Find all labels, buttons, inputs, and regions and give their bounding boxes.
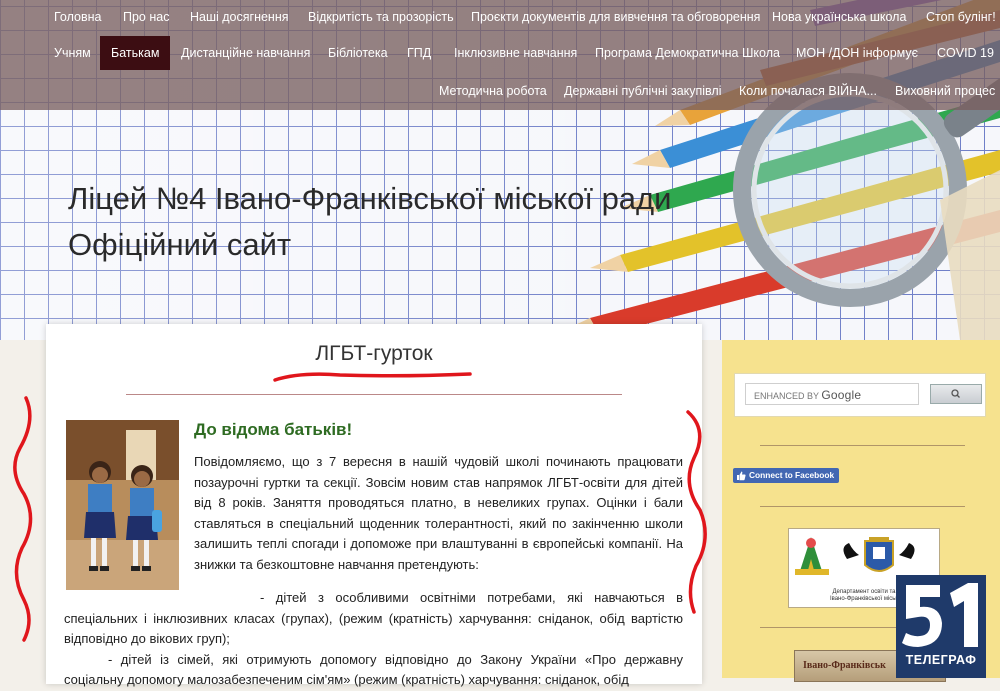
sidebar-divider — [760, 445, 965, 446]
nav-item-methodical-work[interactable]: Методична робота — [439, 74, 547, 108]
nav-item-mon-don[interactable]: МОН /ДОН інформує — [796, 36, 918, 70]
list-item: - дітей з особливими освітніми потребами… — [64, 590, 683, 647]
nav-row-3: Методична робота Державні публічні закуп… — [0, 74, 1000, 108]
article-paragraph: Повідомляємо, що з 7 вересня в нашій чуд… — [194, 452, 683, 576]
title-divider — [126, 394, 622, 395]
google-brand: Google — [821, 388, 862, 402]
nav-item-public-procurement[interactable]: Державні публічні закупівлі — [564, 74, 721, 108]
site-title[interactable]: Ліцей №4 Івано-Франківської міської ради… — [68, 176, 671, 268]
telegraf-51-icon — [902, 583, 978, 647]
article-heading: До відома батьків! — [194, 420, 353, 439]
post-title: ЛГБТ-гурток — [315, 342, 433, 365]
nav-row-2: Учням Батькам Дистанційне навчання Біблі… — [0, 36, 1000, 70]
nav-item-new-ukrainian-school[interactable]: Нова українська школа — [772, 0, 906, 34]
article-list: - дітей з особливими освітніми потребами… — [64, 588, 683, 691]
main-content: ЛГБТ-гурток До відома батьків! Повідомля… — [46, 324, 702, 687]
nav-row-1: Головна Про нас Наші досягнення Відкриті… — [0, 0, 1000, 34]
article-intro-text: Повідомляємо, що з 7 вересня в нашій чуд… — [194, 454, 683, 572]
facebook-button-label: Connect to Facebook — [749, 470, 835, 480]
nav-item-covid19[interactable]: COVID 19 — [937, 36, 994, 70]
nav-item-about[interactable]: Про нас — [123, 0, 169, 34]
nav-item-transparency[interactable]: Відкритість та прозорість — [308, 0, 454, 34]
nav-item-stop-bullying[interactable]: Стоп булінг! — [926, 0, 996, 34]
article-photo-schoolgirls — [66, 420, 179, 590]
nav-item-library[interactable]: Бібліотека — [328, 36, 388, 70]
nav-item-gpd[interactable]: ГПД — [407, 36, 431, 70]
list-item: - дітей із сімей, які отримують допомогу… — [64, 651, 683, 688]
nav-item-war-began[interactable]: Коли почалася ВІЙНА... — [739, 74, 877, 108]
nav-item-democratic-school[interactable]: Програма Демократична Школа — [595, 36, 780, 70]
telegraf-label: ТЕЛЕГРАФ — [905, 653, 977, 667]
main-navigation: Головна Про нас Наші досягнення Відкриті… — [0, 0, 1000, 110]
sidebar-divider — [760, 506, 965, 507]
connect-facebook-button[interactable]: Connect to Facebook — [733, 468, 839, 483]
banner-label: Івано-Франківськ — [803, 660, 886, 671]
nav-item-students[interactable]: Учням — [54, 36, 91, 70]
search-button[interactable] — [930, 384, 982, 404]
nav-item-educational-process[interactable]: Виховний процес — [895, 74, 995, 108]
site-title-line2: Офіційний сайт — [68, 227, 292, 262]
nav-item-parents[interactable]: Батькам — [100, 36, 171, 70]
search-placeholder-prefix: ENHANCED BY — [754, 391, 819, 401]
nav-item-distance-learning[interactable]: Дистанційне навчання — [181, 36, 310, 70]
nav-item-inclusive-education[interactable]: Інклюзивне навчання — [454, 36, 577, 70]
thumbs-up-icon — [737, 471, 746, 481]
telegraf-logo: ТЕЛЕГРАФ — [896, 575, 986, 678]
nav-item-achievements[interactable]: Наші досягнення — [190, 0, 289, 34]
site-title-line1: Ліцей №4 Івано-Франківської міської ради — [68, 181, 672, 216]
nav-item-draft-documents[interactable]: Проєкти документів для вивчення та обгов… — [471, 0, 760, 34]
search-icon — [951, 389, 960, 398]
nav-item-home[interactable]: Головна — [54, 0, 102, 34]
google-search-widget: ENHANCED BY Google — [734, 373, 986, 417]
search-input[interactable]: ENHANCED BY Google — [745, 383, 919, 405]
